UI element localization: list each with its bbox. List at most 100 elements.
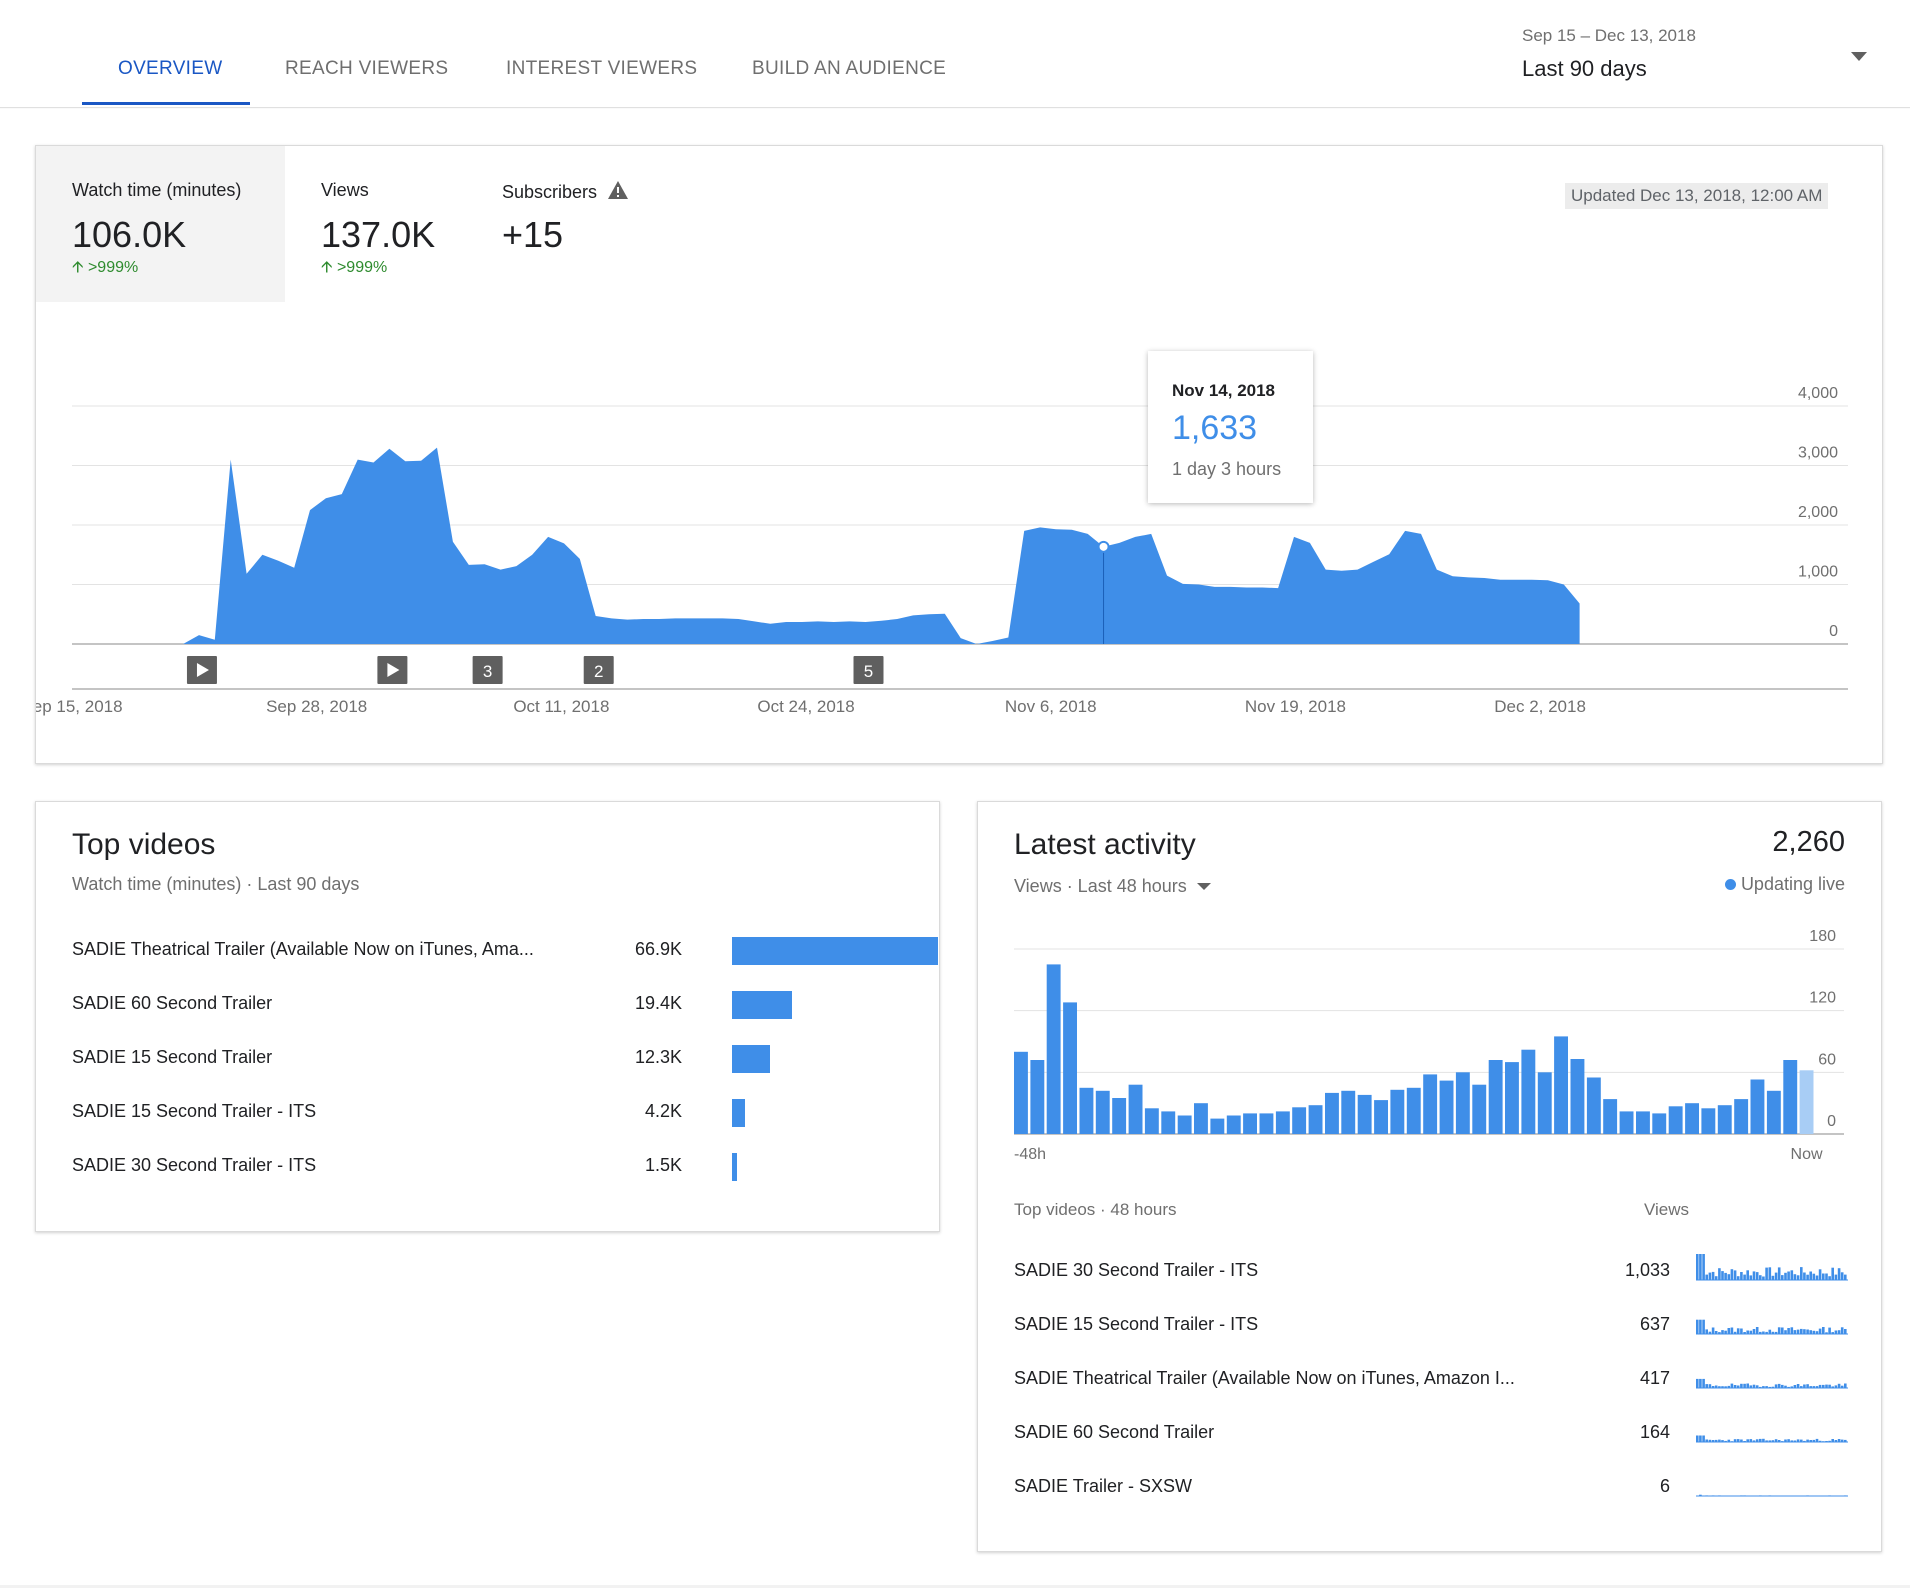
top-video-row[interactable]: SADIE 15 Second Trailer 12.3K bbox=[72, 1045, 912, 1077]
tooltip-value: 1,633 bbox=[1172, 409, 1258, 447]
top-video-title: SADIE 30 Second Trailer - ITS bbox=[72, 1155, 317, 1175]
views-bar bbox=[1783, 1060, 1798, 1134]
latest-activity-chart[interactable]: 0 60 120 180 -48h Now bbox=[978, 802, 1881, 1182]
top-video-title: SADIE 60 Second Trailer bbox=[72, 993, 273, 1013]
top-video-bar bbox=[732, 1099, 745, 1127]
date-range-selector[interactable]: Sep 15 – Dec 13, 2018 Last 90 days bbox=[1522, 26, 1696, 82]
views-bar bbox=[1619, 1111, 1634, 1134]
marker-count: 3 bbox=[483, 662, 492, 681]
top-video-title: SADIE Theatrical Trailer (Available Now … bbox=[72, 939, 534, 959]
views-bar bbox=[1079, 1087, 1094, 1134]
views-bar bbox=[1734, 1099, 1749, 1134]
multi-video-marker[interactable]: 5 bbox=[853, 656, 884, 684]
multi-video-marker[interactable]: 3 bbox=[472, 656, 503, 684]
tab-build-an-audience[interactable]: Build an audience bbox=[752, 58, 946, 80]
x-tick-label: Sep 15, 2018 bbox=[36, 697, 123, 716]
video-published-marker[interactable] bbox=[377, 656, 408, 684]
watch-time-area bbox=[72, 447, 1580, 644]
views-bar bbox=[1554, 1036, 1568, 1134]
chart-tooltip: Nov 14, 2018 1,633 1 day 3 hours bbox=[1148, 351, 1313, 503]
dropdown-arrow-icon[interactable] bbox=[1851, 52, 1867, 61]
tab-overview[interactable]: Overview bbox=[118, 58, 222, 80]
tab-reach-viewers[interactable]: Reach viewers bbox=[285, 58, 448, 80]
x-tick-label: -48h bbox=[1014, 1146, 1046, 1163]
views-bar bbox=[1537, 1072, 1552, 1134]
latest-video-title: SADIE Theatrical Trailer (Available Now … bbox=[1014, 1368, 1515, 1388]
top-video-value: 19.4K bbox=[634, 993, 682, 1013]
views-bar bbox=[1701, 1108, 1716, 1134]
latest-video-row[interactable]: SADIE 60 Second Trailer 164 bbox=[1014, 1422, 1854, 1454]
y-tick-label: 60 bbox=[1818, 1051, 1836, 1068]
latest-video-views: 1,033 bbox=[1624, 1260, 1670, 1280]
latest-video-row[interactable]: SADIE 30 Second Trailer - ITS 1,033 bbox=[1014, 1254, 1854, 1292]
latest-video-row[interactable]: SADIE Theatrical Trailer (Available Now … bbox=[1014, 1368, 1854, 1400]
views-bar bbox=[1014, 1051, 1028, 1134]
views-bar bbox=[1505, 1062, 1519, 1134]
video-published-marker[interactable] bbox=[186, 656, 217, 684]
views-bar bbox=[1325, 1092, 1339, 1134]
views-bar bbox=[1194, 1103, 1208, 1134]
views-bar bbox=[1030, 1060, 1045, 1134]
views-bar bbox=[1046, 964, 1061, 1134]
analytics-page: Overview Reach viewers Interest viewers … bbox=[0, 0, 1910, 1588]
marker-count: 2 bbox=[594, 662, 603, 681]
top-video-row[interactable]: SADIE Theatrical Trailer (Available Now … bbox=[72, 937, 938, 969]
views-bar bbox=[1750, 1079, 1765, 1134]
top-video-title: SADIE 15 Second Trailer bbox=[72, 1047, 273, 1067]
views-bar bbox=[1570, 1059, 1585, 1134]
views-bar bbox=[1210, 1118, 1225, 1134]
views-bar bbox=[1341, 1090, 1356, 1134]
top-video-value: 12.3K bbox=[634, 1047, 682, 1067]
hover-point bbox=[1097, 540, 1110, 553]
top-video-bar bbox=[732, 991, 792, 1019]
tab-interest-viewers[interactable]: Interest viewers bbox=[506, 58, 697, 80]
views-bar bbox=[1063, 1002, 1077, 1134]
top-video-value: 66.9K bbox=[634, 939, 682, 959]
latest-video-views: 637 bbox=[1639, 1314, 1670, 1334]
views-bar bbox=[1161, 1111, 1176, 1134]
y-tick-label: 4,000 bbox=[1798, 385, 1838, 402]
active-tab-indicator bbox=[82, 102, 250, 105]
views-bar bbox=[1472, 1084, 1487, 1134]
views-bar bbox=[1374, 1100, 1388, 1134]
views-bar bbox=[1144, 1108, 1159, 1134]
y-tick-label: 120 bbox=[1809, 990, 1836, 1007]
views-bar bbox=[1112, 1098, 1127, 1134]
y-tick-label: 2,000 bbox=[1798, 504, 1838, 521]
top-video-row[interactable]: SADIE 15 Second Trailer - ITS 4.2K bbox=[72, 1099, 912, 1131]
views-bar bbox=[1717, 1105, 1732, 1134]
top-video-row[interactable]: SADIE 30 Second Trailer - ITS 1.5K bbox=[72, 1153, 912, 1185]
views-bar bbox=[1390, 1089, 1405, 1134]
sparkline bbox=[1696, 1494, 1848, 1497]
views-header: Views bbox=[1644, 1200, 1690, 1219]
x-tick-label: Nov 6, 2018 bbox=[1005, 697, 1097, 716]
views-bar bbox=[1406, 1087, 1421, 1134]
views-bar bbox=[1603, 1099, 1618, 1134]
date-range-dates: Sep 15 – Dec 13, 2018 bbox=[1522, 26, 1696, 45]
tab-bar: Overview Reach viewers Interest viewers … bbox=[0, 0, 1910, 108]
latest-video-title: SADIE 15 Second Trailer - ITS bbox=[1014, 1314, 1259, 1334]
latest-video-title: SADIE Trailer - SXSW bbox=[1014, 1476, 1193, 1496]
top-videos-card: Top videos Watch time (minutes) · Last 9… bbox=[35, 801, 940, 1232]
top-video-bar bbox=[732, 937, 938, 965]
top-video-bar bbox=[732, 1153, 737, 1181]
views-bar bbox=[1668, 1106, 1683, 1134]
x-tick-label: Oct 24, 2018 bbox=[757, 697, 854, 716]
watch-time-chart[interactable]: 0 1,000 2,000 3,000 4,000 3 2 5 Sep 15, 2018 Sep … bbox=[36, 146, 1882, 763]
views-bar bbox=[1652, 1113, 1667, 1134]
x-tick-label: Dec 2, 2018 bbox=[1494, 697, 1586, 716]
latest-video-row[interactable]: SADIE Trailer - SXSW 6 bbox=[1014, 1476, 1854, 1508]
views-bar bbox=[1292, 1107, 1307, 1134]
multi-video-marker[interactable]: 2 bbox=[583, 656, 614, 684]
views-bar bbox=[1521, 1049, 1536, 1134]
x-tick-label: Sep 28, 2018 bbox=[266, 697, 367, 716]
top-video-row[interactable]: SADIE 60 Second Trailer 19.4K bbox=[72, 991, 912, 1023]
x-tick-label: Nov 19, 2018 bbox=[1245, 697, 1346, 716]
latest-video-row[interactable]: SADIE 15 Second Trailer - ITS 637 bbox=[1014, 1314, 1854, 1346]
latest-video-title: SADIE 60 Second Trailer bbox=[1014, 1422, 1215, 1442]
top-video-value: 4.2K bbox=[644, 1101, 682, 1121]
views-bar bbox=[1275, 1111, 1290, 1134]
y-tick-label: 0 bbox=[1827, 1113, 1836, 1130]
top-video-title: SADIE 15 Second Trailer - ITS bbox=[72, 1101, 317, 1121]
x-tick-label: Now bbox=[1791, 1146, 1823, 1163]
